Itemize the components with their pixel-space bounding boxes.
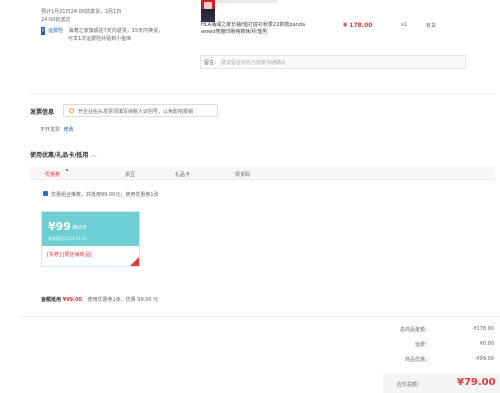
combo-text: 优惠组合推荐，共抵用99.00元；使用优惠券1张 <box>51 192 159 198</box>
product-thumbnail[interactable] <box>201 0 215 22</box>
remark-placeholder: 建议留言前先与商家沟通确认 <box>221 60 287 66</box>
invoice-status: 不开发票 修改 <box>40 126 74 133</box>
total-goods-value: ¥178.00 <box>473 326 494 332</box>
discount-label: 商品优惠： <box>404 357 430 363</box>
discount-value: -¥99.00 <box>474 356 494 362</box>
delivery-eta: 预计1月31日24:00前发货，2月1日 <box>41 9 122 15</box>
invoice-status-text: 不开发票 <box>40 127 61 133</box>
invoice-edit-link[interactable]: 修改 <box>64 127 74 133</box>
tab-redeem-code[interactable]: 领货码 <box>235 171 250 178</box>
delivery-eta-2: 24:00前送达 <box>41 17 71 23</box>
coupon-section-title[interactable]: 使用优惠/礼品卡/抵用 ︿ <box>30 150 97 159</box>
product-name[interactable]: HLA海澜之家长袖t恤打底衫秋季22新款panda wowo熊猫印刷纯棉休闲t恤… <box>201 22 341 36</box>
return-policy-text-2: 可享1次运费险补贴到小金库 <box>68 36 132 42</box>
coupon-expiry: 有效期至2024-01-31 <box>48 236 88 241</box>
divider <box>30 93 495 94</box>
product-stock: 有货 <box>426 23 437 29</box>
total-goods-label: 总商品金额： <box>399 327 430 333</box>
invoice-tip: 开企业抬头发票须填写纳税人识别号，以免影响报销 <box>63 104 218 117</box>
remark-label: 留言： <box>204 60 220 66</box>
tab-jingdou[interactable]: 京豆 <box>125 171 135 178</box>
divider-2 <box>20 316 500 317</box>
payable-bar: 应付总额： ¥79.00 <box>383 373 500 393</box>
shipping-label: 运费： <box>414 342 430 348</box>
return-policy-text: 海滩之家旗舰店7天内退货，15天内换货， <box>68 28 164 34</box>
shipping-value: ¥0.00 <box>479 341 494 347</box>
prime-badge: P <box>41 27 46 35</box>
tab-coupon-dot <box>66 169 68 171</box>
coupon-summary-text: 使用优惠券1张，优惠 99.00 元 <box>87 297 159 303</box>
product-service-tag <box>217 0 277 3</box>
invoice-title: 发票信息 <box>30 109 55 116</box>
coupon-selected-corner <box>130 257 139 266</box>
coupon-summary-label: 金额抵用 <box>41 297 62 303</box>
coupon-tabs: 优惠券 京豆 礼品卡 领货码 <box>30 166 495 180</box>
chevron-up-icon: ︿ <box>90 152 97 159</box>
coupon-section-label: 使用优惠/礼品卡/抵用 <box>30 152 89 159</box>
coupon-summary: 金额抵用 ¥99.00 使用优惠券1张，优惠 99.00 元 <box>41 296 158 303</box>
combo-checkbox[interactable] <box>43 191 48 196</box>
tab-coupon[interactable]: 优惠券 <box>45 171 60 178</box>
coupon-tags: [东券] [限店铺商品] <box>47 252 92 258</box>
invoice-tip-text: 开企业抬头发票须填写纳税人识别号，以免影响报销 <box>78 109 194 115</box>
payable-label: 应付总额： <box>397 382 423 388</box>
coupon-card[interactable]: ¥99 满158 有效期至2024-01-31 [东券] [限店铺商品] <box>41 211 140 267</box>
coupon-condition: 满158 <box>72 225 87 231</box>
remark-field[interactable]: 留言： 建议留言前先与商家沟通确认 <box>200 55 466 69</box>
delivery-info: 预计1月31日24:00前发货，2月1日 24:00前送达 P 运费险 海滩之家… <box>41 8 191 43</box>
product-price: ¥ 178.00 <box>343 22 373 29</box>
freight-insurance-link[interactable]: 运费险 <box>48 28 63 34</box>
tab-gift-card[interactable]: 礼品卡 <box>175 171 190 178</box>
product-name-line2: wowo熊猫印刷纯棉休闲t恤男 <box>201 29 268 35</box>
product-qty: x1 <box>401 22 408 28</box>
coupon-summary-amount: ¥99.00 <box>62 297 82 303</box>
coupon-card-header: ¥99 满158 有效期至2024-01-31 <box>42 212 139 246</box>
payable-amount: ¥79.00 <box>457 377 496 388</box>
coupon-amount: ¥99 <box>48 220 71 233</box>
lightbulb-icon <box>69 108 74 113</box>
freight-insurance: P 运费险 海滩之家旗舰店7天内退货，15天内换货， <box>41 27 191 35</box>
product-name-line1: HLA海澜之家长袖t恤打底衫秋季22新款panda <box>201 22 306 28</box>
